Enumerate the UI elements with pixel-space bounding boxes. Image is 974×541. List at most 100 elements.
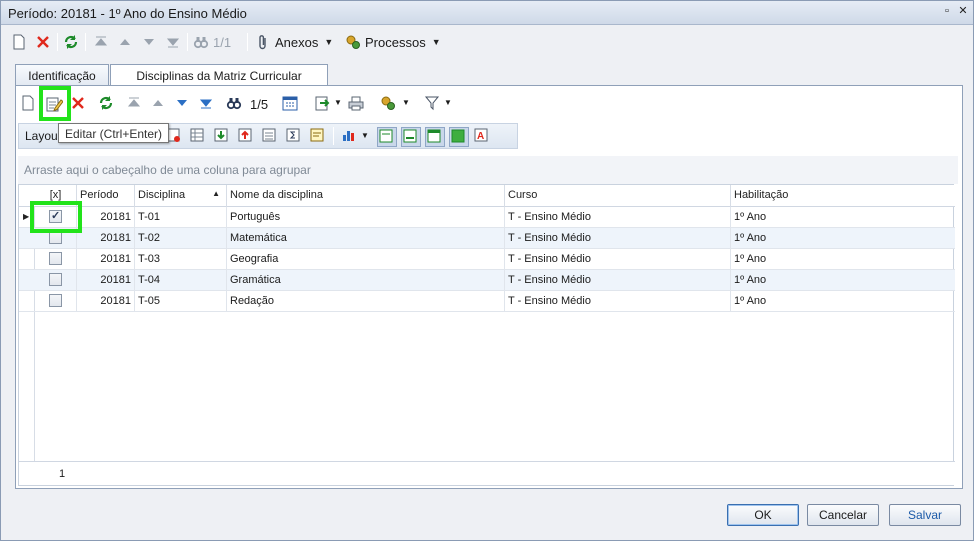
chevron-down-icon[interactable]: ▼ <box>361 131 369 140</box>
sort-ascending-icon: ▲ <box>212 189 220 198</box>
processes-button[interactable] <box>380 95 400 115</box>
chevron-down-icon[interactable]: ▼ <box>444 98 452 107</box>
cell-periodo[interactable]: 20181 <box>77 270 135 291</box>
cell-periodo[interactable]: 20181 <box>77 291 135 312</box>
column-header-habilitacao[interactable]: Habilitação <box>731 185 955 207</box>
refresh-button[interactable] <box>63 30 79 54</box>
anexos-menu[interactable]: Anexos ▼ <box>255 30 333 54</box>
table-row[interactable]: 20181 T-05 Redação T - Ensino Médio 1º Ano <box>19 291 955 312</box>
row-checkbox[interactable] <box>49 252 62 265</box>
column-header-disciplina[interactable]: Disciplina ▲ <box>135 185 227 207</box>
layout-sum-icon[interactable] <box>285 127 305 147</box>
chart-button[interactable] <box>341 127 361 147</box>
separator <box>416 95 417 113</box>
table-row[interactable]: 20181 T-03 Geografia T - Ensino Médio 1º Ano <box>19 249 955 270</box>
cell-disciplina[interactable]: T-03 <box>135 249 227 270</box>
view-style-2-icon[interactable] <box>401 127 421 147</box>
first-record-button[interactable] <box>93 30 109 54</box>
group-by-area[interactable]: Arraste aqui o cabeçalho de uma coluna p… <box>18 156 958 184</box>
font-icon[interactable]: A <box>473 127 493 147</box>
grid-header: [x] Período Disciplina ▲ Nome da discipl… <box>19 185 955 207</box>
layout-note-icon[interactable] <box>309 127 329 147</box>
cell-habilitacao[interactable]: 1º Ano <box>731 270 955 291</box>
close-window-icon[interactable]: ✕ <box>957 6 969 18</box>
restore-icon[interactable]: ▫ <box>941 6 953 18</box>
edit-button-highlight <box>39 86 71 121</box>
row-checkbox[interactable] <box>49 273 62 286</box>
calendar-button[interactable] <box>282 95 302 115</box>
cancel-button[interactable]: Cancelar <box>807 504 879 526</box>
separator <box>92 95 93 113</box>
edit-tooltip: Editar (Ctrl+Enter) <box>58 123 170 143</box>
last-row-button[interactable] <box>198 95 218 115</box>
find-button[interactable]: 1/1 <box>193 30 231 54</box>
view-style-4-icon[interactable] <box>449 127 469 147</box>
save-button[interactable]: Salvar <box>889 504 961 526</box>
refresh-grid-button[interactable] <box>98 95 118 115</box>
column-header-periodo[interactable]: Período <box>77 185 135 207</box>
table-row[interactable]: 20181 T-04 Gramática T - Ensino Médio 1º Ano <box>19 270 955 291</box>
chevron-down-icon[interactable]: ▼ <box>402 98 410 107</box>
ok-button[interactable]: OK <box>727 504 799 526</box>
cell-disciplina[interactable]: T-02 <box>135 228 227 249</box>
cell-habilitacao[interactable]: 1º Ano <box>731 228 955 249</box>
layout-import-icon[interactable] <box>213 127 233 147</box>
cell-disciplina[interactable]: T-05 <box>135 291 227 312</box>
cell-disciplina[interactable]: T-01 <box>135 207 227 228</box>
previous-record-button[interactable] <box>117 30 133 54</box>
first-row-button[interactable] <box>126 95 146 115</box>
cell-curso[interactable]: T - Ensino Médio <box>505 249 731 270</box>
separator <box>372 95 373 113</box>
cell-select <box>35 249 77 270</box>
cell-nome[interactable]: Matemática <box>227 228 505 249</box>
cell-disciplina[interactable]: T-04 <box>135 270 227 291</box>
refresh-icon <box>63 34 79 50</box>
export-button[interactable] <box>314 95 334 115</box>
last-record-button[interactable] <box>165 30 181 54</box>
view-style-3-icon[interactable] <box>425 127 445 147</box>
tab-disciplinas[interactable]: Disciplinas da Matriz Curricular <box>110 64 328 87</box>
cell-periodo[interactable]: 20181 <box>77 228 135 249</box>
find-row-button[interactable] <box>226 95 246 115</box>
cell-curso[interactable]: T - Ensino Médio <box>505 291 731 312</box>
cell-nome[interactable]: Português <box>227 207 505 228</box>
delete-button[interactable] <box>35 30 51 54</box>
next-row-button[interactable] <box>174 95 194 115</box>
tab-identificacao[interactable]: Identificação <box>15 64 109 86</box>
column-header-curso[interactable]: Curso <box>505 185 731 207</box>
separator <box>57 33 58 51</box>
cell-curso[interactable]: T - Ensino Médio <box>505 207 731 228</box>
column-header-nome[interactable]: Nome da disciplina <box>227 185 505 207</box>
next-record-button[interactable] <box>141 30 157 54</box>
gears-icon <box>345 34 361 50</box>
cell-select <box>35 291 77 312</box>
cell-habilitacao[interactable]: 1º Ano <box>731 249 955 270</box>
print-button[interactable] <box>348 95 368 115</box>
cell-curso[interactable]: T - Ensino Médio <box>505 270 731 291</box>
processos-menu[interactable]: Processos ▼ <box>345 30 441 54</box>
layout-grid-icon[interactable] <box>189 127 209 147</box>
row-checkbox[interactable] <box>49 294 62 307</box>
chevron-down-icon[interactable]: ▼ <box>334 98 342 107</box>
delete-record-button[interactable] <box>70 95 90 115</box>
cell-nome[interactable]: Gramática <box>227 270 505 291</box>
new-button[interactable] <box>11 30 27 54</box>
layout-columns-icon[interactable] <box>261 127 281 147</box>
cell-periodo[interactable]: 20181 <box>77 249 135 270</box>
layout-upload-icon[interactable] <box>237 127 257 147</box>
cell-curso[interactable]: T - Ensino Médio <box>505 228 731 249</box>
view-style-1-icon[interactable] <box>377 127 397 147</box>
filter-button[interactable] <box>424 95 444 115</box>
previous-row-button[interactable] <box>150 95 170 115</box>
cell-habilitacao[interactable]: 1º Ano <box>731 207 955 228</box>
cell-nome[interactable]: Redação <box>227 291 505 312</box>
table-row[interactable]: 20181 T-02 Matemática T - Ensino Médio 1º An… <box>19 228 955 249</box>
cell-habilitacao[interactable]: 1º Ano <box>731 291 955 312</box>
chevron-down-icon: ▼ <box>324 37 334 47</box>
cell-periodo[interactable]: 20181 <box>77 207 135 228</box>
paperclip-icon <box>255 34 271 50</box>
cell-nome[interactable]: Geografia <box>227 249 505 270</box>
table-row[interactable]: ▶ 20181T-01PortuguêsT - Ensino Médio1º An… <box>19 207 955 228</box>
record-position: 1/1 <box>213 34 232 50</box>
new-record-button[interactable] <box>20 95 40 115</box>
